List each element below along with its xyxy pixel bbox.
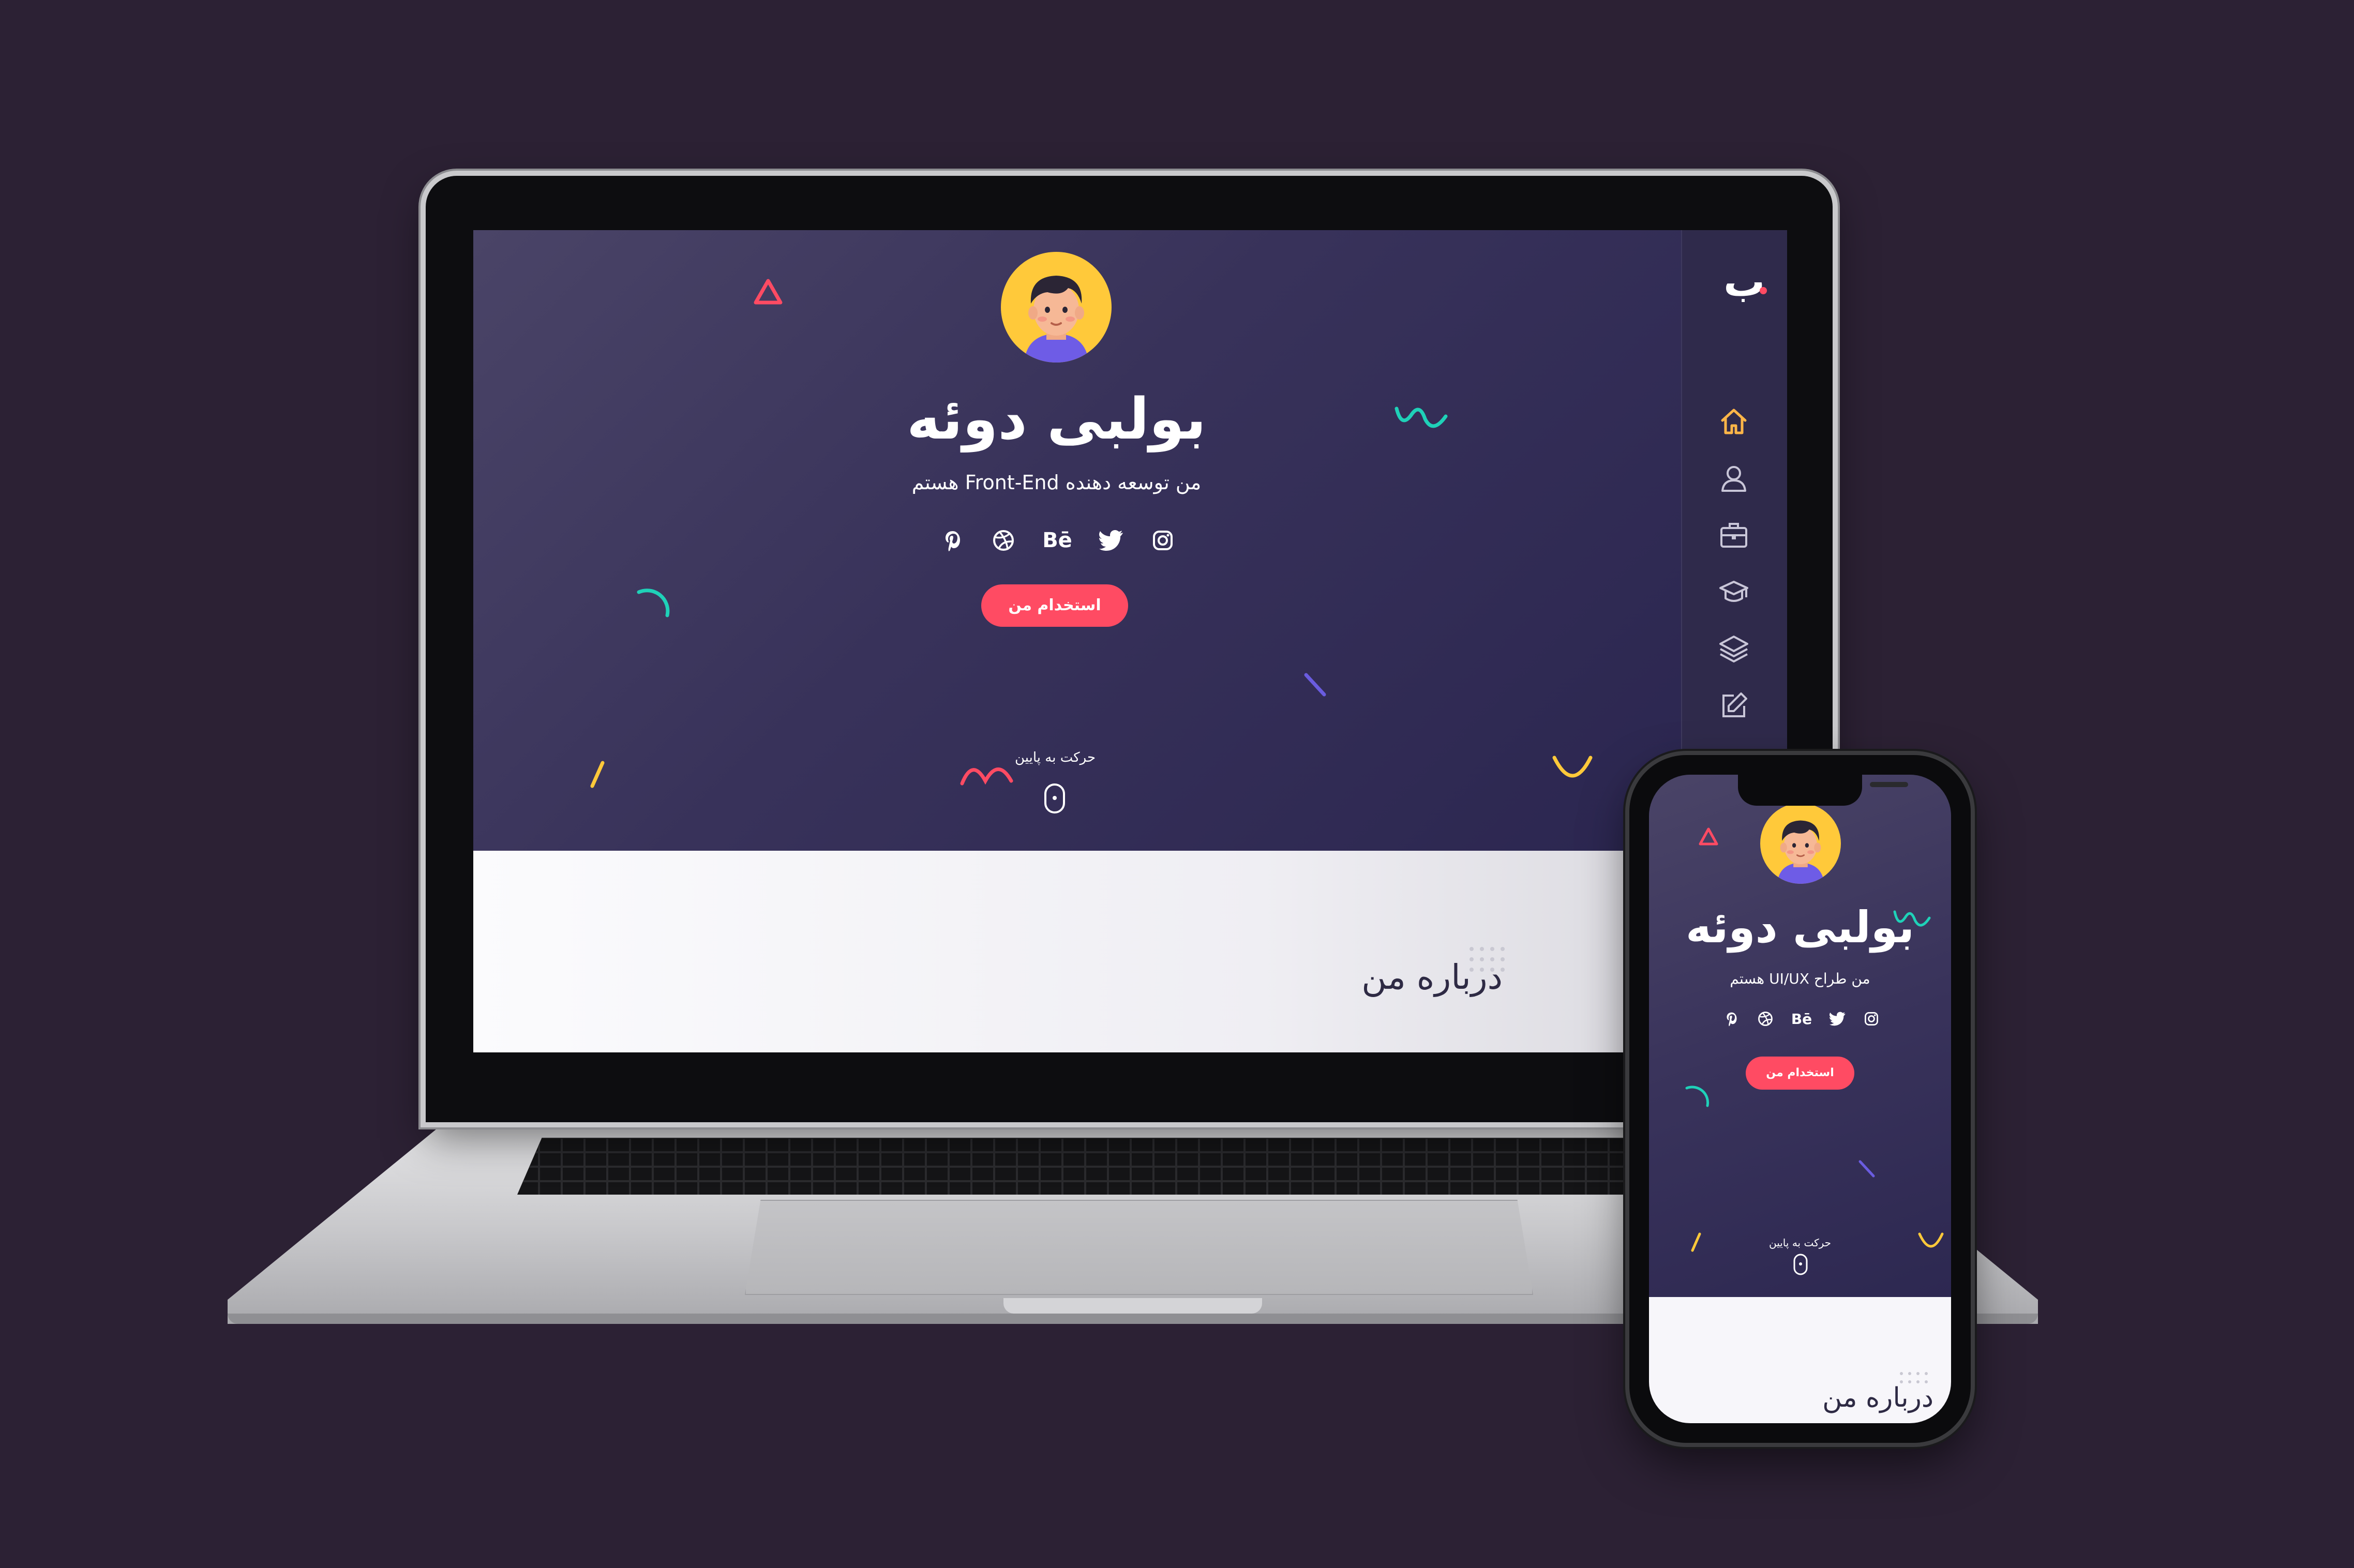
avatar xyxy=(1001,252,1112,363)
hero-name: بولبی دوئه xyxy=(907,386,1206,452)
behance-icon[interactable]: Bē xyxy=(1042,529,1072,552)
about-title: درباره من xyxy=(1822,1382,1933,1413)
arc-decoration xyxy=(637,589,670,617)
hire-me-button[interactable]: استخدام من xyxy=(981,584,1128,627)
triangle-decoration xyxy=(1699,827,1718,846)
dribbble-icon[interactable] xyxy=(992,529,1015,552)
twitter-icon[interactable] xyxy=(1830,1012,1846,1026)
pinterest-icon[interactable] xyxy=(1724,1011,1740,1027)
mouse-icon[interactable] xyxy=(1793,1253,1808,1276)
social-links: Bē xyxy=(1724,1007,1879,1030)
line-decoration xyxy=(1304,673,1326,697)
smile-decoration xyxy=(1552,756,1593,778)
user-icon[interactable] xyxy=(1718,463,1749,494)
social-links: Bē xyxy=(941,525,1174,556)
about-title: درباره من xyxy=(1361,957,1503,997)
phone-speaker xyxy=(1870,782,1908,787)
pinterest-icon[interactable] xyxy=(941,529,964,552)
line-decoration-yellow xyxy=(590,761,605,788)
edit-icon[interactable] xyxy=(1718,690,1749,721)
hero-subtitle: من طراح UI/UX هستم xyxy=(1730,970,1870,987)
phone-device: بولبی دوئه من طراح UI/UX هستم Bē استخدام… xyxy=(1629,755,1971,1443)
avatar-illustration xyxy=(1024,276,1089,363)
instagram-icon[interactable] xyxy=(1151,529,1174,552)
smile-decoration xyxy=(1918,1232,1944,1248)
logo-dot xyxy=(1760,287,1767,294)
layers-icon[interactable] xyxy=(1718,634,1749,665)
mobile-about-section: درباره من xyxy=(1649,1297,1951,1423)
line-decoration xyxy=(1858,1160,1875,1178)
phone-notch xyxy=(1738,775,1908,806)
twitter-icon[interactable] xyxy=(1099,530,1124,551)
instagram-icon[interactable] xyxy=(1864,1011,1879,1027)
laptop-trackpad xyxy=(745,1200,1533,1295)
arc-decoration xyxy=(1685,1085,1710,1107)
about-section: درباره من xyxy=(473,851,1787,1052)
hire-me-button[interactable]: استخدام من xyxy=(1746,1057,1854,1090)
scroll-down-label[interactable]: حرکت به پایین xyxy=(1001,747,1109,768)
laptop-keyboard xyxy=(517,1138,1748,1195)
home-icon[interactable] xyxy=(1718,406,1749,437)
graduation-cap-icon[interactable] xyxy=(1718,577,1749,608)
avatar xyxy=(1760,803,1841,884)
laptop-notch xyxy=(1003,1298,1262,1314)
desktop-screen: بولبی دوئه من توسعه دهنده Front-End هستم… xyxy=(473,230,1787,1052)
briefcase-icon[interactable] xyxy=(1718,520,1749,551)
hero-subtitle: من توسعه دهنده Front-End هستم xyxy=(911,471,1202,494)
triangle-decoration xyxy=(754,279,783,305)
mobile-screen: بولبی دوئه من طراح UI/UX هستم Bē استخدام… xyxy=(1649,775,1951,1423)
avatar-illustration xyxy=(1777,820,1824,884)
line-decoration-yellow xyxy=(1691,1232,1701,1252)
scroll-down-label[interactable]: حرکت به پایین xyxy=(1747,1235,1853,1250)
site-logo[interactable]: ب xyxy=(1723,261,1765,303)
mobile-hero-section: بولبی دوئه من طراح UI/UX هستم Bē استخدام… xyxy=(1649,775,1951,1297)
squiggle-decoration xyxy=(1395,406,1448,428)
dribbble-icon[interactable] xyxy=(1757,1011,1774,1027)
behance-icon[interactable]: Bē xyxy=(1791,1011,1812,1028)
hero-section: بولبی دوئه من توسعه دهنده Front-End هستم… xyxy=(473,230,1681,851)
hero-name: بولبی دوئه xyxy=(1685,902,1915,953)
mouse-icon[interactable] xyxy=(1043,782,1066,815)
